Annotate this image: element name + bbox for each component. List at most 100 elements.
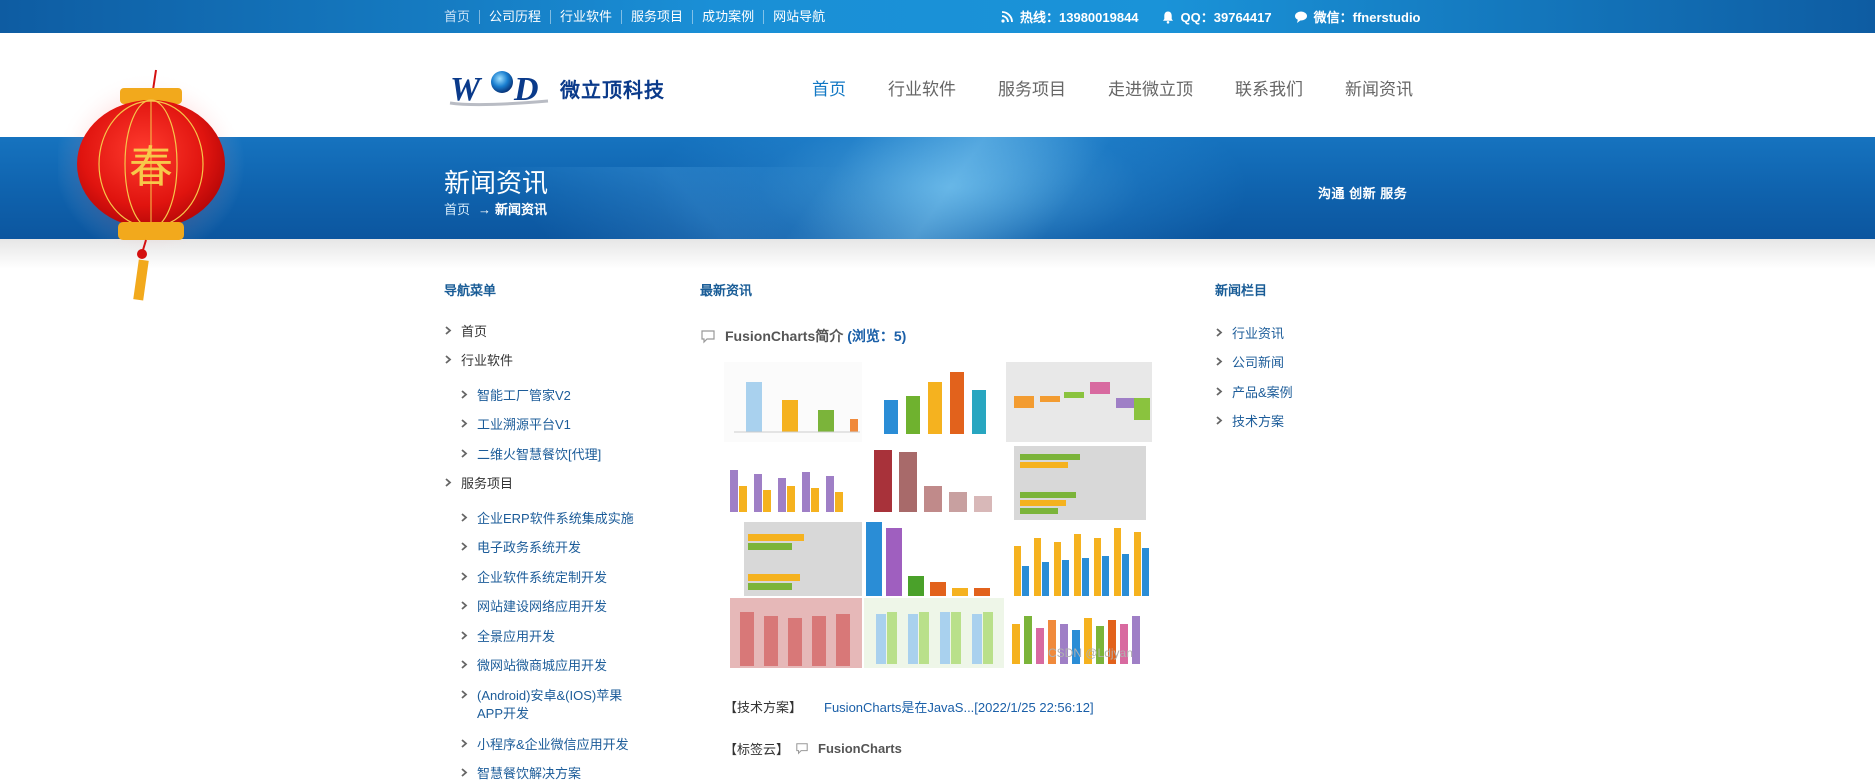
breadcrumb-home[interactable]: 首页	[444, 202, 470, 217]
submenu-item-label: 全景应用开发	[477, 629, 556, 644]
qq: QQ：39764417	[1161, 7, 1272, 26]
page-banner: 新闻资讯 首页 → 新闻资讯 沟通 创新 服务	[0, 137, 1875, 239]
submenu-item[interactable]: 智慧餐饮解决方案	[460, 765, 581, 783]
chevron-right-icon	[445, 326, 452, 335]
menu-item-label: 首页	[461, 324, 488, 339]
hotline: 热线：13980019844	[1000, 7, 1139, 26]
submenu-item[interactable]: 二维火智慧餐饮[代理]	[460, 446, 601, 464]
top-nav-services[interactable]: 服务项目	[621, 9, 692, 24]
submenu-item-label: 工业溯源平台V1	[477, 417, 571, 432]
svg-text:W: W	[450, 71, 483, 108]
breadcrumb-arrow: →	[478, 202, 492, 217]
chevron-right-icon	[1216, 387, 1223, 396]
chevron-right-icon	[461, 768, 468, 777]
category-item[interactable]: 公司新闻	[1215, 352, 1284, 371]
rss-icon	[1001, 10, 1013, 23]
submenu-item[interactable]: 小程序&企业微信应用开发	[460, 736, 629, 754]
menu-item-services[interactable]: 服务项目	[444, 475, 513, 493]
article-meta: 【技术方案】 FusionCharts是在JavaS...[2022/1/25 …	[724, 697, 1094, 716]
submenu-item-label: 企业软件系统定制开发	[477, 570, 608, 585]
chevron-right-icon	[461, 739, 468, 748]
chevron-right-icon	[461, 449, 468, 458]
chevron-right-icon	[461, 390, 468, 399]
nav-services[interactable]: 服务项目	[998, 75, 1066, 100]
top-nav-software[interactable]: 行业软件	[550, 9, 621, 24]
tag-link[interactable]: FusionCharts	[818, 741, 902, 756]
category-item[interactable]: 行业资讯	[1215, 323, 1284, 342]
chevron-right-icon	[1216, 328, 1223, 337]
banner-light-streak	[486, 167, 914, 239]
image-watermark: CSDN @Ldjyan	[1048, 646, 1133, 660]
category-item[interactable]: 产品&案例	[1215, 382, 1293, 401]
page-title: 新闻资讯	[444, 168, 549, 198]
category-item-label: 技术方案	[1232, 414, 1285, 429]
nav-home[interactable]: 首页	[812, 75, 846, 100]
submenu-item-label: 智能工厂管家V2	[477, 388, 571, 403]
article-image[interactable]	[724, 362, 1152, 668]
article-category[interactable]: 【技术方案】	[724, 697, 802, 716]
submenu-item[interactable]: 全景应用开发	[460, 628, 555, 646]
submenu-item-label: 网站建设网络应用开发	[477, 599, 608, 614]
submenu-item[interactable]: 电子政务系统开发	[460, 539, 581, 557]
menu-item-home[interactable]: 首页	[444, 323, 487, 341]
comment-bubble-icon	[701, 329, 715, 343]
view-count: (浏览：5)	[847, 328, 907, 344]
lantern-character: 春	[129, 142, 173, 193]
nav-menu-title: 导航菜单	[444, 283, 497, 298]
top-bar: 首页 公司历程 行业软件 服务项目 成功案例 网站导航 热线：139800198…	[0, 0, 1875, 33]
submenu-item[interactable]: (Android)安卓&(IOS)苹果APP开发	[460, 687, 630, 723]
top-nav-sitemap[interactable]: 网站导航	[763, 9, 834, 24]
submenu-item-label: 微网站微商城应用开发	[477, 658, 608, 673]
svg-text:D: D	[513, 71, 539, 108]
breadcrumb-current: 新闻资讯	[495, 202, 548, 217]
logo-text: 微立顶科技	[560, 80, 665, 102]
nav-contact[interactable]: 联系我们	[1235, 75, 1303, 100]
news-category-title: 新闻栏目	[1215, 283, 1268, 298]
tag-cloud: 【标签云】 FusionCharts	[724, 739, 902, 758]
logo[interactable]: W D 微立顶科技	[448, 63, 688, 111]
logo-mark: W D	[449, 71, 549, 108]
submenu-item[interactable]: 智能工厂管家V2	[460, 387, 571, 405]
article-title[interactable]: FusionCharts简介	[725, 326, 843, 346]
qq-text: QQ：39764417	[1180, 10, 1272, 25]
chevron-right-icon	[461, 660, 468, 669]
chevron-right-icon	[445, 478, 452, 487]
chevron-right-icon	[461, 572, 468, 581]
article-header: FusionCharts简介 (浏览：5)	[700, 326, 906, 346]
top-nav-history[interactable]: 公司历程	[479, 9, 550, 24]
category-item-label: 公司新闻	[1232, 355, 1285, 370]
submenu-item[interactable]: 工业溯源平台V1	[460, 416, 571, 434]
latest-news-title: 最新资讯	[700, 283, 753, 298]
submenu-item[interactable]: 微网站微商城应用开发	[460, 657, 607, 675]
submenu-item[interactable]: 企业软件系统定制开发	[460, 569, 607, 587]
menu-item-software[interactable]: 行业软件	[444, 352, 513, 370]
chevron-right-icon	[461, 513, 468, 522]
article-summary-link[interactable]: FusionCharts是在JavaS...[2022/1/25 22:56:1…	[824, 697, 1094, 716]
wechat: 微信：ffnerstudio	[1294, 7, 1421, 26]
banner-shadow	[0, 239, 1875, 269]
nav-software[interactable]: 行业软件	[888, 75, 956, 100]
chevron-right-icon	[1216, 357, 1223, 366]
submenu-item-label: 企业ERP软件系统集成实施	[477, 511, 634, 526]
submenu-item-label: 智慧餐饮解决方案	[477, 766, 582, 781]
breadcrumb: 首页 → 新闻资讯	[444, 199, 547, 218]
nav-about[interactable]: 走进微立顶	[1108, 75, 1193, 100]
submenu-item[interactable]: 网站建设网络应用开发	[460, 598, 607, 616]
banner-slogan: 沟通 创新 服务	[1318, 186, 1408, 201]
chevron-right-icon	[461, 601, 468, 610]
top-nav-cases[interactable]: 成功案例	[692, 9, 763, 24]
top-nav-home[interactable]: 首页	[444, 9, 479, 24]
menu-item-label: 服务项目	[461, 476, 514, 491]
chevron-right-icon	[461, 542, 468, 551]
chevron-right-icon	[461, 631, 468, 640]
main-nav: 首页 行业软件 服务项目 走进微立顶 联系我们 新闻资讯	[812, 75, 1455, 100]
chevron-right-icon	[1216, 416, 1223, 425]
comment-bubble-icon	[796, 743, 808, 755]
chevron-right-icon	[461, 690, 468, 699]
wechat-text: 微信：ffnerstudio	[1313, 10, 1421, 25]
nav-news[interactable]: 新闻资讯	[1345, 75, 1413, 100]
top-nav: 首页 公司历程 行业软件 服务项目 成功案例 网站导航	[444, 0, 834, 33]
category-item[interactable]: 技术方案	[1215, 411, 1284, 430]
lantern-decoration: 春	[55, 66, 248, 306]
submenu-item[interactable]: 企业ERP软件系统集成实施	[460, 510, 634, 528]
